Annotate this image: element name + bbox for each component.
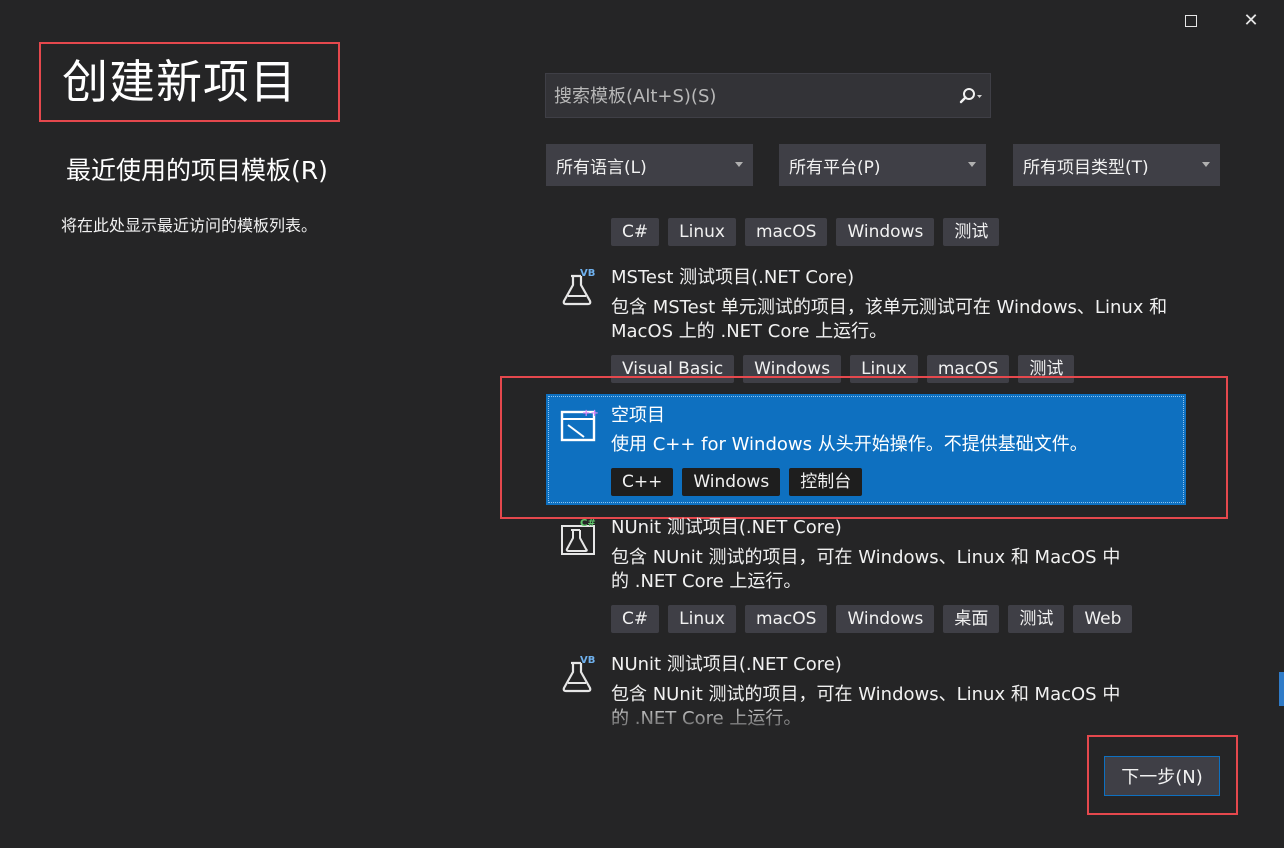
tag: 测试 <box>943 218 1000 246</box>
language-filter[interactable]: 所有语言(L) <box>546 144 753 186</box>
language-filter-label: 所有语言(L) <box>556 157 647 178</box>
search-icon <box>959 88 982 104</box>
template-tags: C# Linux macOS Windows 桌面 测试 Web <box>611 605 1133 633</box>
tag: Linux <box>668 605 736 633</box>
vb-badge: VB <box>580 655 595 666</box>
recent-templates-description: 将在此处显示最近访问的模板列表。 <box>61 216 318 235</box>
search-box <box>545 73 991 119</box>
template-name: NUnit 测试项目(.NET Core) <box>611 517 842 538</box>
template-description: 包含 NUnit 测试的项目，可在 Windows、Linux 和 MacOS … <box>611 684 1121 729</box>
maximize-icon <box>1185 15 1197 27</box>
project-type-filter[interactable]: 所有项目类型(T) <box>1013 144 1220 186</box>
platform-filter-label: 所有平台(P) <box>789 157 881 178</box>
template-item-nunit-vb[interactable]: VB NUnit 测试项目(.NET Core) 包含 NUnit 测试的项目，… <box>546 653 1186 733</box>
tag: Web <box>1073 605 1133 633</box>
tag: Windows <box>836 605 935 633</box>
project-type-filter-label: 所有项目类型(T) <box>1023 157 1149 178</box>
next-button-highlight-box <box>1087 735 1238 815</box>
csharp-flask-icon: C# <box>561 518 596 555</box>
maximize-button[interactable] <box>1176 8 1206 34</box>
template-description: 包含 MSTest 单元测试的项目，该单元测试可在 Windows、Linux … <box>611 297 1168 342</box>
tag: macOS <box>744 605 828 633</box>
template-name: NUnit 测试项目(.NET Core) <box>611 654 842 675</box>
tag: C# <box>611 605 660 633</box>
platform-filter[interactable]: 所有平台(P) <box>779 144 986 186</box>
tag: C# <box>611 218 660 246</box>
tag: 测试 <box>1008 605 1065 633</box>
template-description: 包含 NUnit 测试的项目，可在 Windows、Linux 和 MacOS … <box>611 547 1121 592</box>
template-item-mstest[interactable]: VB MSTest 测试项目(.NET Core) 包含 MSTest 单元测试… <box>546 266 1186 384</box>
recent-templates-heading: 最近使用的项目模板(R) <box>66 156 328 185</box>
tag: Windows <box>836 218 935 246</box>
template-name: MSTest 测试项目(.NET Core) <box>611 267 855 288</box>
template-item-nunit-csharp[interactable]: C# NUnit 测试项目(.NET Core) 包含 NUnit 测试的项目，… <box>546 516 1186 636</box>
scrollbar-thumb[interactable] <box>1279 672 1284 706</box>
tag: 桌面 <box>943 605 1000 633</box>
chevron-down-icon <box>735 162 743 167</box>
csharp-badge: C# <box>580 518 596 529</box>
close-button[interactable]: ✕ <box>1236 8 1266 34</box>
vb-flask-icon: VB <box>562 268 595 306</box>
vb-flask-icon: VB <box>562 655 595 693</box>
search-input[interactable] <box>552 74 951 119</box>
chevron-down-icon <box>1202 162 1210 167</box>
chevron-down-icon <box>968 162 976 167</box>
template-tags: C# Linux macOS Windows 测试 <box>611 218 1000 246</box>
vb-badge: VB <box>580 268 595 279</box>
selection-highlight-box <box>500 376 1228 519</box>
search-button[interactable] <box>952 83 988 109</box>
tag: macOS <box>744 218 828 246</box>
tag: Linux <box>668 218 736 246</box>
close-icon: ✕ <box>1243 10 1259 31</box>
title-highlight-box <box>39 42 340 122</box>
